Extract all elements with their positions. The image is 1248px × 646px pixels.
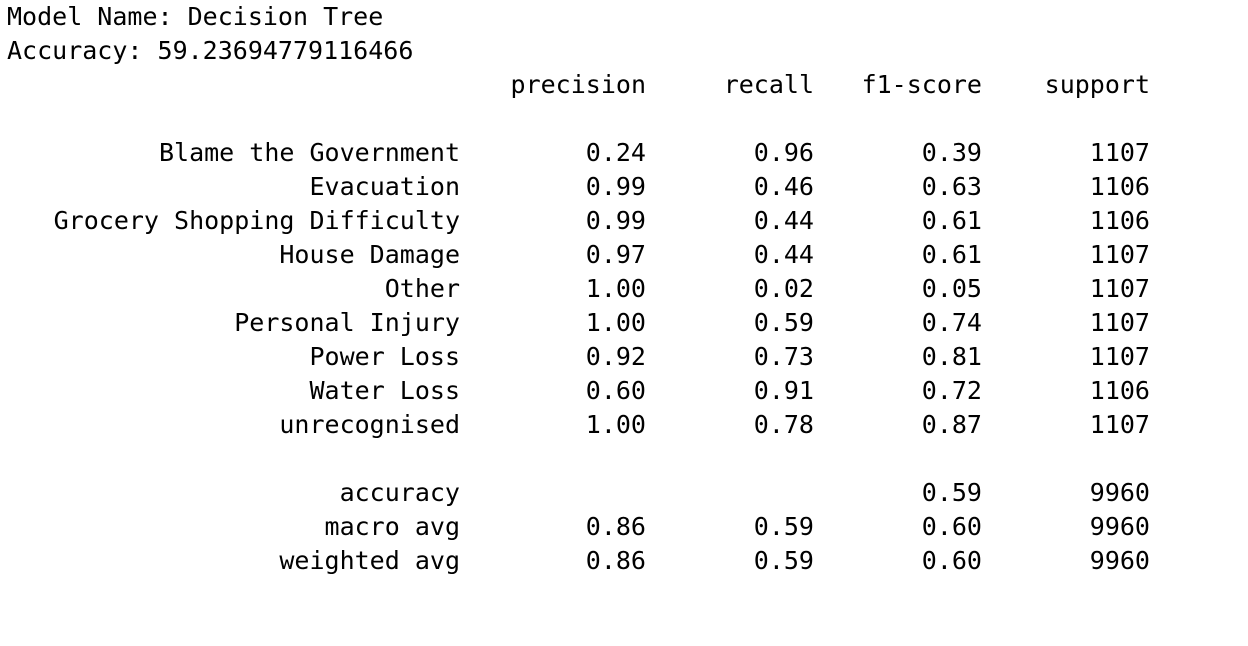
report-row: Other 1.00 0.02 0.05 1107: [0, 272, 1248, 306]
report-header-row: precision recall f1-score support: [0, 68, 1248, 102]
support-value: 9960: [1089, 478, 1150, 507]
recall-value: 0.78: [753, 410, 814, 439]
support-value: 1107: [1089, 138, 1150, 167]
f1-score-value: 0.74: [921, 308, 982, 337]
report-row: Evacuation 0.99 0.46 0.63 1106: [0, 170, 1248, 204]
header-recall: recall: [723, 70, 814, 99]
precision-value: 1.00: [585, 308, 646, 337]
f1-score-value: 0.81: [921, 342, 982, 371]
report-row: weighted avg 0.86 0.59 0.60 9960: [0, 544, 1248, 578]
class-label: Evacuation: [309, 172, 460, 201]
recall-value: 0.46: [753, 172, 814, 201]
class-label: Personal Injury: [234, 308, 460, 337]
support-value: 9960: [1089, 512, 1150, 541]
f1-score-value: 0.61: [921, 240, 982, 269]
header-f1-score: f1-score: [861, 70, 982, 99]
support-value: 1107: [1089, 274, 1150, 303]
precision-value: 0.60: [585, 376, 646, 405]
support-value: 1107: [1089, 410, 1150, 439]
precision-value: 1.00: [585, 274, 646, 303]
class-label: unrecognised: [279, 410, 460, 439]
support-value: 1106: [1089, 206, 1150, 235]
recall-value: 0.73: [753, 342, 814, 371]
precision-value: 0.99: [585, 172, 646, 201]
f1-score-value: 0.39: [921, 138, 982, 167]
f1-score-value: 0.60: [921, 546, 982, 575]
support-value: 1107: [1089, 308, 1150, 337]
report-row: Power Loss 0.92 0.73 0.81 1107: [0, 340, 1248, 374]
precision-value: 1.00: [585, 410, 646, 439]
report-row: macro avg 0.86 0.59 0.60 9960: [0, 510, 1248, 544]
recall-value: 0.91: [753, 376, 814, 405]
report-row: Grocery Shopping Difficulty 0.99 0.44 0.61 1…: [0, 204, 1248, 238]
f1-score-value: 0.59: [921, 478, 982, 507]
report-row: House Damage 0.97 0.44 0.61 1107: [0, 238, 1248, 272]
precision-value: 0.97: [585, 240, 646, 269]
recall-value: 0.59: [753, 512, 814, 541]
precision-value: 0.86: [585, 512, 646, 541]
recall-value: 0.44: [753, 240, 814, 269]
support-value: 1107: [1089, 342, 1150, 371]
precision-value: 0.24: [585, 138, 646, 167]
support-value: 1106: [1089, 376, 1150, 405]
f1-score-value: 0.87: [921, 410, 982, 439]
class-label: Other: [384, 274, 460, 303]
precision-value: 0.99: [585, 206, 646, 235]
recall-value: 0.02: [753, 274, 814, 303]
f1-score-value: 0.61: [921, 206, 982, 235]
support-value: 9960: [1089, 546, 1150, 575]
support-value: 1106: [1089, 172, 1150, 201]
class-label: Grocery Shopping Difficulty: [53, 206, 460, 235]
class-label: Water Loss: [309, 376, 460, 405]
recall-value: 0.59: [753, 546, 814, 575]
summary-rows: accuracy 0.59 9960 macro avg 0.86 0.59 0.60 996…: [0, 476, 1248, 578]
header-precision: precision: [510, 70, 646, 99]
report-row: accuracy 0.59 9960: [0, 476, 1248, 510]
class-label: accuracy: [339, 478, 460, 507]
class-label: Power Loss: [309, 342, 460, 371]
model-name-line: Model Name: Decision Tree: [7, 2, 384, 31]
class-label: macro avg: [324, 512, 460, 541]
f1-score-value: 0.60: [921, 512, 982, 541]
blank-row: [0, 442, 1248, 476]
f1-score-value: 0.63: [921, 172, 982, 201]
class-label: weighted avg: [279, 546, 460, 575]
report-row: unrecognised 1.00 0.78 0.87 1107: [0, 408, 1248, 442]
recall-value: 0.59: [753, 308, 814, 337]
class-rows: Blame the Government 0.24 0.96 0.39 1107 Evac…: [0, 136, 1248, 442]
class-label: House Damage: [279, 240, 460, 269]
blank-row: [0, 102, 1248, 136]
accuracy-line: Accuracy: 59.23694779116466: [7, 36, 414, 65]
f1-score-value: 0.72: [921, 376, 982, 405]
class-label: Blame the Government: [158, 138, 460, 167]
recall-value: 0.96: [753, 138, 814, 167]
report-row: Water Loss 0.60 0.91 0.72 1106: [0, 374, 1248, 408]
precision-value: 0.86: [585, 546, 646, 575]
f1-score-value: 0.05: [921, 274, 982, 303]
report-row: Blame the Government 0.24 0.96 0.39 1107: [0, 136, 1248, 170]
support-value: 1107: [1089, 240, 1150, 269]
header-support: support: [1044, 70, 1150, 99]
report-row: Personal Injury 1.00 0.59 0.74 1107: [0, 306, 1248, 340]
recall-value: 0.44: [753, 206, 814, 235]
precision-value: 0.92: [585, 342, 646, 371]
classification-report: precision recall f1-score support Blame …: [0, 68, 1248, 578]
